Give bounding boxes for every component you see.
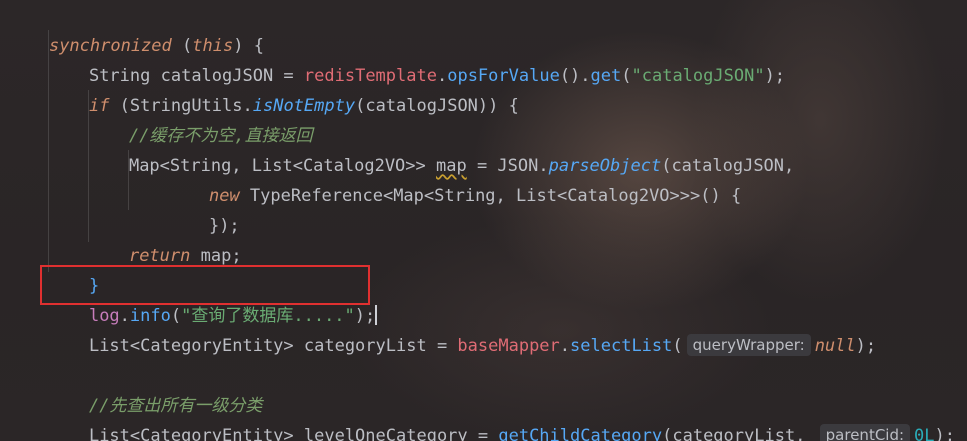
field-name: baseMapper [457, 336, 560, 356]
code-line-1[interactable]: synchronized (this) { [8, 1, 264, 56]
parameter-hint: queryWrapper: [686, 334, 811, 356]
code-text: ( [621, 66, 632, 86]
code-text: (catalogJSON)) { [355, 96, 519, 116]
code-text: TypeReference<Map<String, List<Catalog2V… [239, 186, 742, 206]
code-line-6[interactable]: new TypeReference<Map<String, List<Catal… [168, 151, 741, 206]
code-line-11[interactable]: List<CategoryEntity> categoryList = base… [48, 301, 876, 356]
code-line-12[interactable]: //先查出所有一级分类 [48, 361, 262, 416]
number-literal: 0L [914, 426, 935, 441]
code-text: ); [855, 336, 877, 356]
code-editor[interactable]: synchronized (this) { String catalogJSON… [0, 0, 967, 441]
code-text: ( [672, 336, 683, 356]
code-line-3[interactable]: if (StringUtils.isNotEmpty(catalogJSON))… [48, 61, 519, 116]
keyword-return: return [128, 246, 191, 266]
null-literal: null [814, 336, 856, 356]
method-name: selectList [570, 336, 673, 356]
red-highlight-box [40, 265, 370, 305]
string-literal: "catalogJSON" [631, 66, 765, 86]
code-line-5[interactable]: Map<String, List<Catalog2VO>> map = JSON… [88, 121, 794, 176]
parameter-hint: parentCid: [819, 424, 911, 441]
code-text: ); [934, 426, 956, 441]
code-text: (categoryList, [662, 426, 816, 441]
code-line-7[interactable]: }); [168, 181, 240, 236]
code-text: (). [559, 66, 591, 86]
code-text: ); [764, 66, 786, 86]
method-name: get [590, 66, 622, 86]
code-line-13[interactable]: List<CategoryEntity> levelOneCategory = … [48, 391, 955, 441]
method-name: getChildCategory [498, 426, 663, 441]
type-name: List<CategoryEntity> categoryList = [88, 336, 458, 356]
type-name: List<CategoryEntity> levelOneCategory = [88, 426, 499, 441]
code-line-2[interactable]: String catalogJSON = redisTemplate.opsFo… [48, 31, 785, 86]
code-line-8[interactable]: return map; [88, 211, 242, 266]
code-text: . [559, 336, 571, 356]
code-line-4[interactable]: //缓存不为空,直接返回 [88, 91, 313, 146]
code-text: map; [190, 246, 242, 266]
